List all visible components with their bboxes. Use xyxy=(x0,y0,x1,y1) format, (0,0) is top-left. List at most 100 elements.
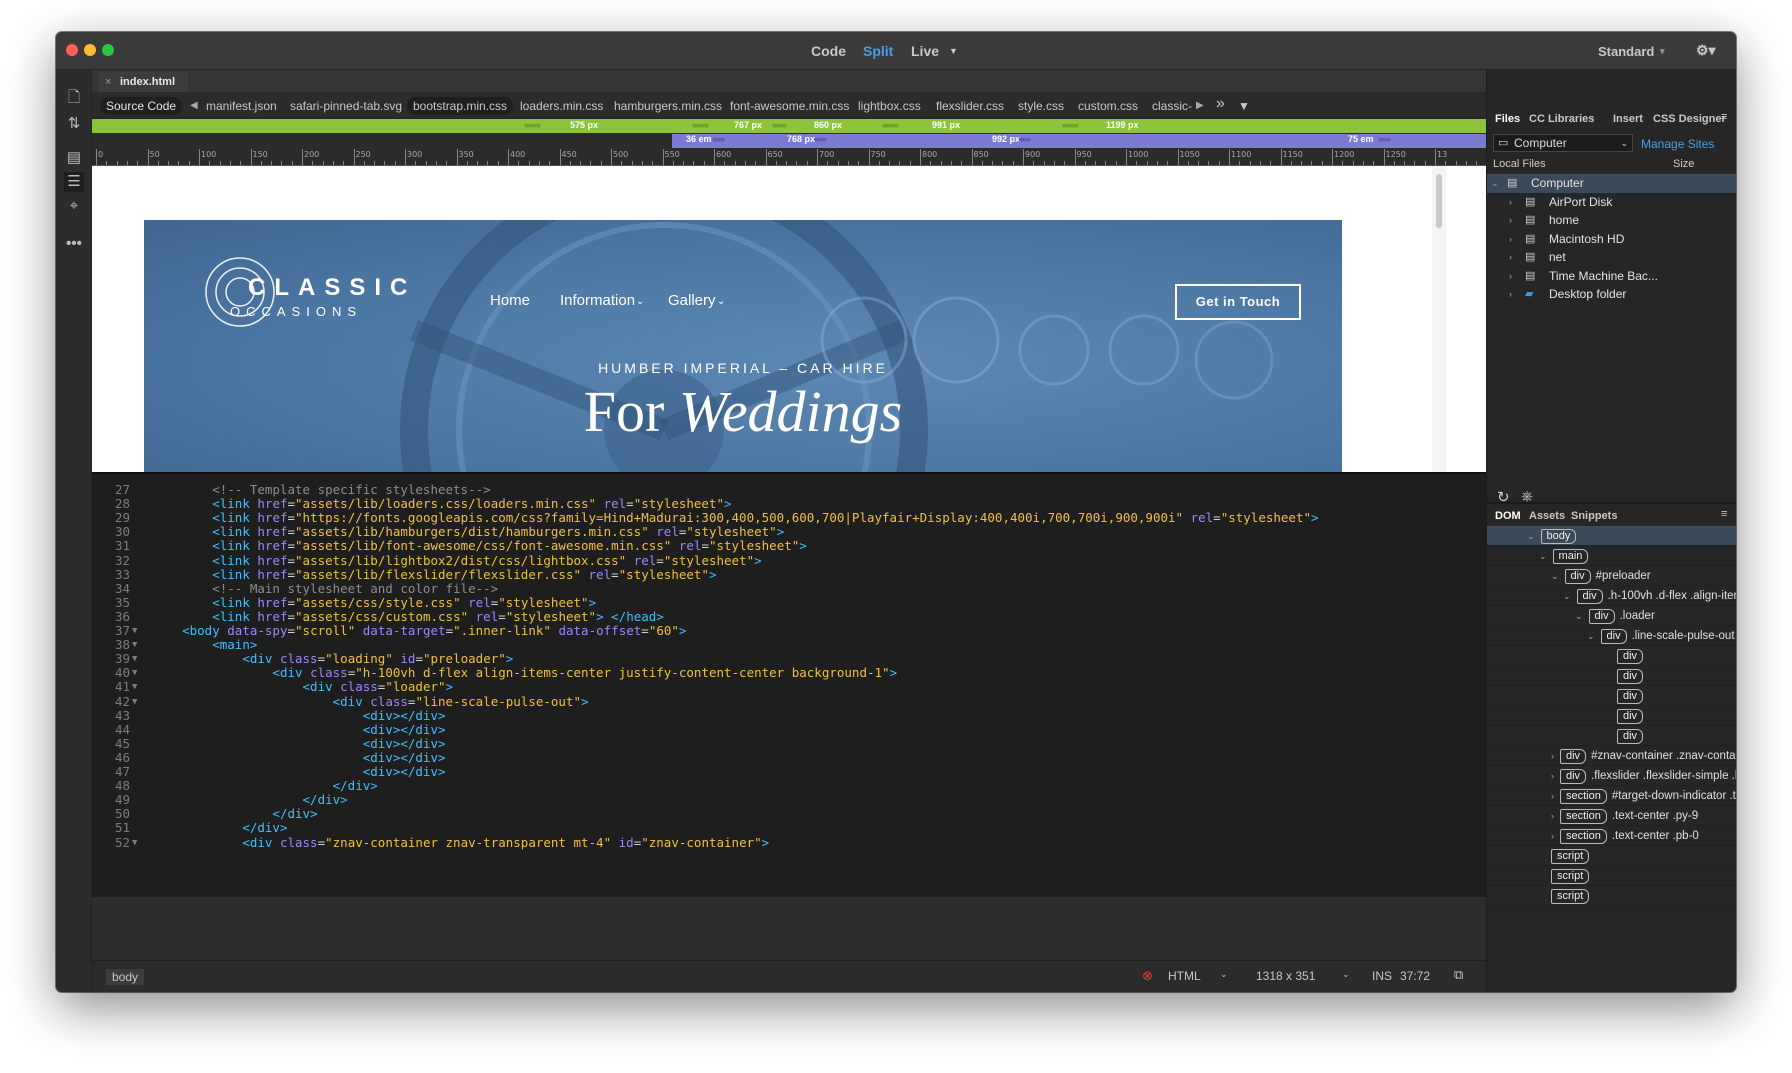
dom-node[interactable]: › section #target-down-indicator .tex xyxy=(1551,787,1736,805)
dom-tag[interactable]: div xyxy=(1564,569,1591,584)
expand-chevron-icon[interactable]: › xyxy=(1509,285,1512,304)
file-tree-root[interactable]: ⌄ ▤ Computer xyxy=(1487,174,1736,193)
live-view[interactable]: CLASSIC OCCASIONS Home Information ⌄ Gal… xyxy=(92,166,1486,472)
expand-chevron-icon[interactable]: › xyxy=(1551,771,1554,781)
file-tree-item[interactable]: › ▤ AirPort Disk xyxy=(1487,193,1736,212)
media-query-bar-max-width[interactable]: ‹‹‹‹‹‹‹‹ 575 px ‹‹‹‹‹‹‹‹ 767 px ‹‹‹‹‹‹‹ … xyxy=(92,119,1486,133)
mode-code-button[interactable]: Code xyxy=(811,43,846,59)
file-tree-item[interactable]: › ▤ net xyxy=(1487,248,1736,267)
insert-mode[interactable]: INS xyxy=(1372,969,1392,983)
related-file-item[interactable]: lightbox.css xyxy=(852,97,927,115)
close-tab-icon[interactable]: × xyxy=(105,72,111,92)
dom-node[interactable]: › section .text-center .pb-0 xyxy=(1551,827,1699,845)
fold-toggle-icon[interactable]: ▼ xyxy=(132,694,137,710)
mq-label[interactable]: 860 px xyxy=(814,120,842,130)
dom-tree-row[interactable]: div xyxy=(1487,726,1736,746)
language-selector[interactable]: HTML xyxy=(1168,969,1201,983)
dom-node[interactable]: ⌄ div #preloader xyxy=(1551,567,1651,585)
dom-tree-row[interactable]: script xyxy=(1487,886,1736,906)
related-file-item[interactable]: safari-pinned-tab.svg xyxy=(284,97,408,115)
dom-tree-row[interactable]: ⌄ body xyxy=(1487,526,1736,546)
dom-tag[interactable]: div xyxy=(1617,689,1644,704)
dom-node[interactable]: div xyxy=(1611,647,1648,665)
tag-selector[interactable]: body xyxy=(106,969,145,985)
show-all-files-icon[interactable]: » xyxy=(1210,95,1231,113)
related-file-item[interactable]: manifest.json xyxy=(200,97,283,115)
expand-chevron-icon[interactable]: › xyxy=(1551,831,1554,841)
panel-menu-icon[interactable]: ≡ xyxy=(1721,111,1727,123)
related-file-item[interactable]: style.css xyxy=(1012,97,1070,115)
local-files-column[interactable]: Local Files xyxy=(1493,158,1546,170)
target-icon[interactable]: ⌖ xyxy=(64,196,84,216)
expand-chevron-icon[interactable]: ⌄ xyxy=(1587,631,1595,641)
expand-chevron-icon[interactable]: ⌄ xyxy=(1491,174,1499,193)
file-tree-item[interactable]: › ▰ Desktop folder xyxy=(1487,285,1736,304)
close-window-button[interactable] xyxy=(66,44,78,56)
dom-tree-row[interactable]: script xyxy=(1487,846,1736,866)
dom-node[interactable]: ⌄ main xyxy=(1539,547,1593,565)
zoom-window-button[interactable] xyxy=(102,44,114,56)
related-file-item[interactable]: classic- xyxy=(1146,97,1196,115)
sort-icon[interactable]: ⇅ xyxy=(64,114,84,134)
related-file-item[interactable]: bootstrap.min.css xyxy=(407,97,514,115)
preview-icon[interactable]: ⧉ xyxy=(1454,967,1463,983)
file-tree-item[interactable]: › ▤ home xyxy=(1487,211,1736,230)
dom-tree-row[interactable]: div xyxy=(1487,686,1736,706)
dom-tree-row[interactable]: script xyxy=(1487,866,1736,886)
dom-node[interactable]: div xyxy=(1611,687,1648,705)
dom-structure-icon[interactable]: ☰ xyxy=(64,172,84,192)
tab-snippets[interactable]: Snippets xyxy=(1571,510,1617,522)
dom-node[interactable]: ⌄ div .loader xyxy=(1575,607,1655,625)
dom-tree-row[interactable]: ⌄ main xyxy=(1487,546,1736,566)
site-location-select[interactable]: ▭ Computer ⌄ xyxy=(1493,134,1633,152)
expand-chevron-icon[interactable]: › xyxy=(1509,211,1512,230)
expand-chevron-icon[interactable]: › xyxy=(1509,248,1512,267)
mq-label[interactable]: 75 em xyxy=(1348,134,1374,144)
dom-tree-row[interactable]: div xyxy=(1487,706,1736,726)
more-icon[interactable]: ••• xyxy=(64,234,84,254)
workspace-switcher[interactable]: Standard xyxy=(1598,44,1654,59)
file-tree-item[interactable]: › ▤ Time Machine Bac... xyxy=(1487,267,1736,286)
nav-information-link[interactable]: Information xyxy=(560,292,635,309)
chevron-down-icon[interactable]: ⌄ xyxy=(1220,969,1228,980)
dom-node[interactable]: › div #znav-container .znav-containe xyxy=(1551,747,1736,765)
related-file-source-code[interactable]: Source Code xyxy=(100,97,183,115)
document-tab[interactable]: × index.html xyxy=(98,72,188,92)
live-dropdown-chevron-icon[interactable]: ▼ xyxy=(949,46,958,56)
dom-node[interactable]: div xyxy=(1611,667,1648,685)
expand-chevron-icon[interactable]: › xyxy=(1509,267,1512,286)
expand-chevron-icon[interactable]: ⌄ xyxy=(1527,531,1535,541)
mq-label[interactable]: 1199 px xyxy=(1106,120,1139,130)
related-file-item[interactable]: loaders.min.css xyxy=(514,97,609,115)
mq-label[interactable]: 992 px xyxy=(992,134,1020,144)
inspect-icon[interactable]: ▤ xyxy=(64,148,84,168)
expand-chevron-icon[interactable]: ⌄ xyxy=(1551,571,1559,581)
dom-tag[interactable]: div xyxy=(1617,709,1644,724)
fold-toggle-icon[interactable]: ▼ xyxy=(132,835,137,851)
dom-node[interactable]: ⌄ body xyxy=(1527,527,1581,545)
expand-chevron-icon[interactable]: ⌄ xyxy=(1539,551,1547,561)
dom-tag[interactable]: div xyxy=(1588,609,1615,624)
file-icon[interactable]: 🗋 xyxy=(64,88,84,108)
nav-home-link[interactable]: Home xyxy=(490,292,530,309)
dom-tag[interactable]: div xyxy=(1617,729,1644,744)
mq-label[interactable]: 36 em xyxy=(686,134,712,144)
tab-insert[interactable]: Insert xyxy=(1613,113,1643,125)
dom-node[interactable]: ⌄ div .h-100vh .d-flex .align-items xyxy=(1563,587,1736,605)
dom-tag[interactable]: div xyxy=(1576,589,1603,604)
dom-tag[interactable]: div xyxy=(1560,769,1587,784)
mode-split-button[interactable]: Split xyxy=(863,43,893,59)
dom-node[interactable]: script xyxy=(1545,887,1594,905)
dom-node[interactable]: div xyxy=(1611,727,1648,745)
expand-chevron-icon[interactable]: › xyxy=(1509,193,1512,212)
dom-node[interactable]: div xyxy=(1611,707,1648,725)
dom-tree-row[interactable]: ⌄ div .h-100vh .d-flex .align-items xyxy=(1487,586,1736,606)
dom-tree-row[interactable]: ⌄ div #preloader xyxy=(1487,566,1736,586)
live-view-scroll-thumb[interactable] xyxy=(1436,174,1442,228)
dom-tree-row[interactable]: › section .text-center .pb-0 xyxy=(1487,826,1736,846)
dom-tag[interactable]: script xyxy=(1551,849,1590,864)
dom-tag[interactable]: script xyxy=(1551,889,1590,904)
mq-label[interactable]: 768 px xyxy=(787,134,815,144)
expand-chevron-icon[interactable]: ⌄ xyxy=(1575,611,1583,621)
related-file-item[interactable]: hamburgers.min.css xyxy=(608,97,728,115)
